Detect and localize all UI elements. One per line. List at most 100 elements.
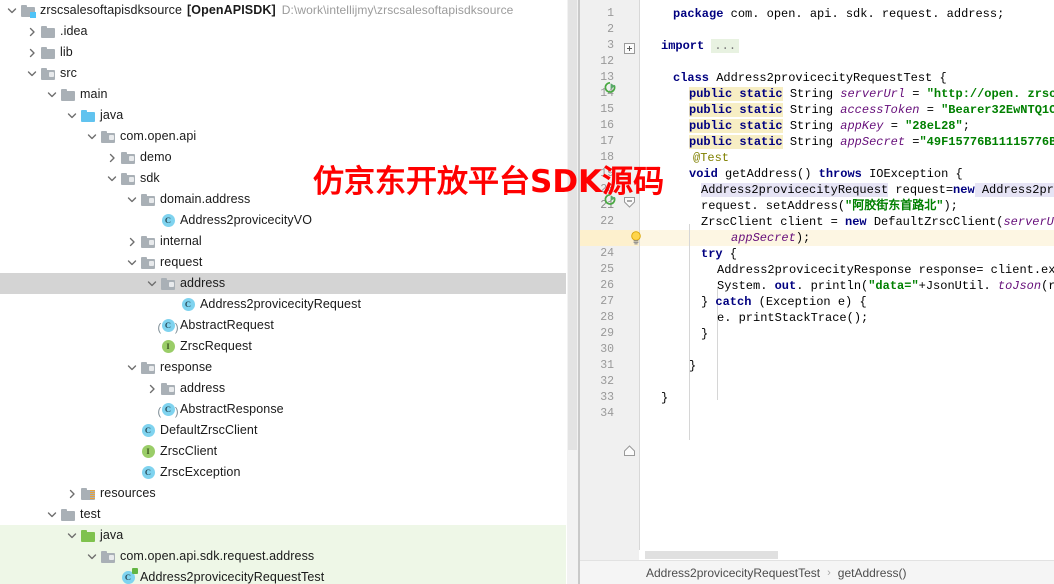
code-line[interactable]: @Test: [693, 150, 729, 166]
fold-collapse-class-icon[interactable]: [624, 443, 635, 454]
tree-row[interactable]: domain.address: [0, 189, 566, 210]
chevron-down-icon[interactable]: [124, 252, 139, 273]
tree-row-project-root[interactable]: zrscsalesoftapisdksource[OpenAPISDK]D:\w…: [0, 0, 566, 21]
project-tree-scrollbar[interactable]: [567, 0, 578, 584]
code-line[interactable]: public static String appSecret ="49F1577…: [689, 134, 1054, 150]
tree-row[interactable]: src: [0, 63, 566, 84]
code-line[interactable]: } catch (Exception e) {: [701, 294, 867, 310]
chevron-right-icon[interactable]: [104, 147, 119, 168]
code-line[interactable]: ZrscClient client = new DefaultZrscClien…: [701, 214, 1054, 230]
tree-row[interactable]: IZrscClient: [0, 441, 566, 462]
tree-row-label: com.open.api: [120, 126, 196, 147]
package-icon: [159, 378, 177, 399]
tree-row[interactable]: java: [0, 105, 566, 126]
tree-row[interactable]: CDefaultZrscClient: [0, 420, 566, 441]
chevron-right-icon[interactable]: [24, 42, 39, 63]
code-line[interactable]: }: [701, 326, 708, 342]
code-line[interactable]: public static String accessToken = "Bear…: [689, 102, 1054, 118]
tree-row[interactable]: com.open.api.sdk.request.address: [0, 546, 566, 567]
tree-row[interactable]: CAddress2provicecityRequestTest: [0, 567, 566, 584]
package-icon: [139, 189, 157, 210]
chevron-right-icon[interactable]: [64, 483, 79, 504]
tree-row[interactable]: .idea: [0, 21, 566, 42]
tree-row-label: Address2provicecityVO: [180, 210, 312, 231]
chevron-down-icon[interactable]: [64, 105, 79, 126]
tree-row-label: request: [160, 252, 202, 273]
tree-row[interactable]: CAddress2provicecityVO: [0, 210, 566, 231]
breadcrumb[interactable]: Address2provicecityRequestTest › getAddr…: [580, 560, 1054, 584]
code-line[interactable]: package com. open. api. sdk. request. ad…: [673, 6, 1004, 22]
tree-row[interactable]: lib: [0, 42, 566, 63]
project-tree[interactable]: zrscsalesoftapisdksource[OpenAPISDK]D:\w…: [0, 0, 566, 584]
abstract-class-icon: C: [159, 399, 177, 420]
code-line[interactable]: public static String appKey = "28eL28";: [689, 118, 970, 134]
tree-row[interactable]: internal: [0, 231, 566, 252]
chevron-down-icon[interactable]: [104, 168, 119, 189]
fold-expand-import-icon[interactable]: [624, 43, 635, 54]
code-line[interactable]: System. out. println("data="+JsonUtil. t…: [717, 278, 1054, 294]
code-line[interactable]: class Address2provicecityRequestTest {: [673, 70, 947, 86]
folder-icon: [39, 42, 57, 63]
tree-row[interactable]: resources: [0, 483, 566, 504]
chevron-down-icon[interactable]: [144, 273, 159, 294]
code-line[interactable]: }: [689, 358, 696, 374]
tree-row-label: java: [100, 525, 123, 546]
tree-row[interactable]: address: [0, 273, 566, 294]
tree-row[interactable]: test: [0, 504, 566, 525]
code-editor[interactable]: 1231213141516171819202122232425262728293…: [580, 0, 1054, 584]
code-line[interactable]: try {: [701, 246, 737, 262]
code-line[interactable]: public static String serverUrl = "http:/…: [689, 86, 1054, 102]
code-line[interactable]: e. printStackTrace();: [717, 310, 868, 326]
code-line[interactable]: }: [661, 390, 668, 406]
tree-row[interactable]: request: [0, 252, 566, 273]
chevron-down-icon[interactable]: [124, 357, 139, 378]
chevron-down-icon[interactable]: [44, 84, 59, 105]
tree-row-label: AbstractResponse: [180, 399, 284, 420]
chevron-down-icon[interactable]: [84, 126, 99, 147]
code-line[interactable]: request. setAddress("阿胶街东首路北");: [701, 198, 958, 214]
tree-row[interactable]: java: [0, 525, 566, 546]
tree-row-label: ZrscException: [160, 462, 241, 483]
test-class-icon: C: [119, 567, 137, 584]
code-line[interactable]: void getAddress() throws IOException {: [689, 166, 963, 182]
tree-row[interactable]: CAddress2provicecityRequest: [0, 294, 566, 315]
chevron-right-icon[interactable]: [24, 21, 39, 42]
package-icon: [99, 546, 117, 567]
breadcrumb-item-method[interactable]: getAddress(): [838, 566, 907, 580]
tree-row[interactable]: sdk: [0, 168, 566, 189]
code-text[interactable]: package com. open. api. sdk. request. ad…: [639, 0, 1054, 560]
editor-horizontal-scrollbar-thumb[interactable]: [645, 551, 778, 559]
tree-row-label: sdk: [140, 168, 160, 189]
chevron-right-icon[interactable]: [144, 378, 159, 399]
chevron-down-icon[interactable]: [124, 189, 139, 210]
tree-row[interactable]: com.open.api: [0, 126, 566, 147]
tree-row[interactable]: response: [0, 357, 566, 378]
chevron-down-icon[interactable]: [4, 0, 19, 21]
project-tree-scrollbar-thumb[interactable]: [568, 0, 577, 450]
run-class-icon[interactable]: [603, 81, 617, 95]
tree-row[interactable]: CZrscException: [0, 462, 566, 483]
editor-horizontal-scrollbar[interactable]: [639, 550, 1054, 560]
code-line[interactable]: appSecret);: [731, 230, 810, 246]
tree-row[interactable]: address: [0, 378, 566, 399]
chevron-right-icon[interactable]: [124, 231, 139, 252]
tree-row[interactable]: CAbstractRequest: [0, 315, 566, 336]
tree-row-label: ZrscRequest: [180, 336, 252, 357]
fold-collapse-method-icon[interactable]: [624, 195, 635, 206]
tree-row[interactable]: demo: [0, 147, 566, 168]
module-icon: [19, 0, 37, 21]
tree-row[interactable]: CAbstractResponse: [0, 399, 566, 420]
gutter-icons[interactable]: [580, 0, 639, 560]
chevron-down-icon[interactable]: [44, 504, 59, 525]
breadcrumb-item-class[interactable]: Address2provicecityRequestTest: [646, 566, 820, 580]
chevron-down-icon[interactable]: [64, 525, 79, 546]
code-line[interactable]: Address2provicecityResponse response= cl…: [717, 262, 1054, 278]
code-line[interactable]: import ...: [661, 38, 739, 54]
tree-row[interactable]: IZrscRequest: [0, 336, 566, 357]
chevron-down-icon[interactable]: [24, 63, 39, 84]
package-icon: [159, 273, 177, 294]
chevron-down-icon[interactable]: [84, 546, 99, 567]
run-method-icon[interactable]: [603, 193, 617, 207]
code-line[interactable]: Address2provicecityRequest request=new A…: [701, 182, 1054, 198]
tree-row[interactable]: main: [0, 84, 566, 105]
